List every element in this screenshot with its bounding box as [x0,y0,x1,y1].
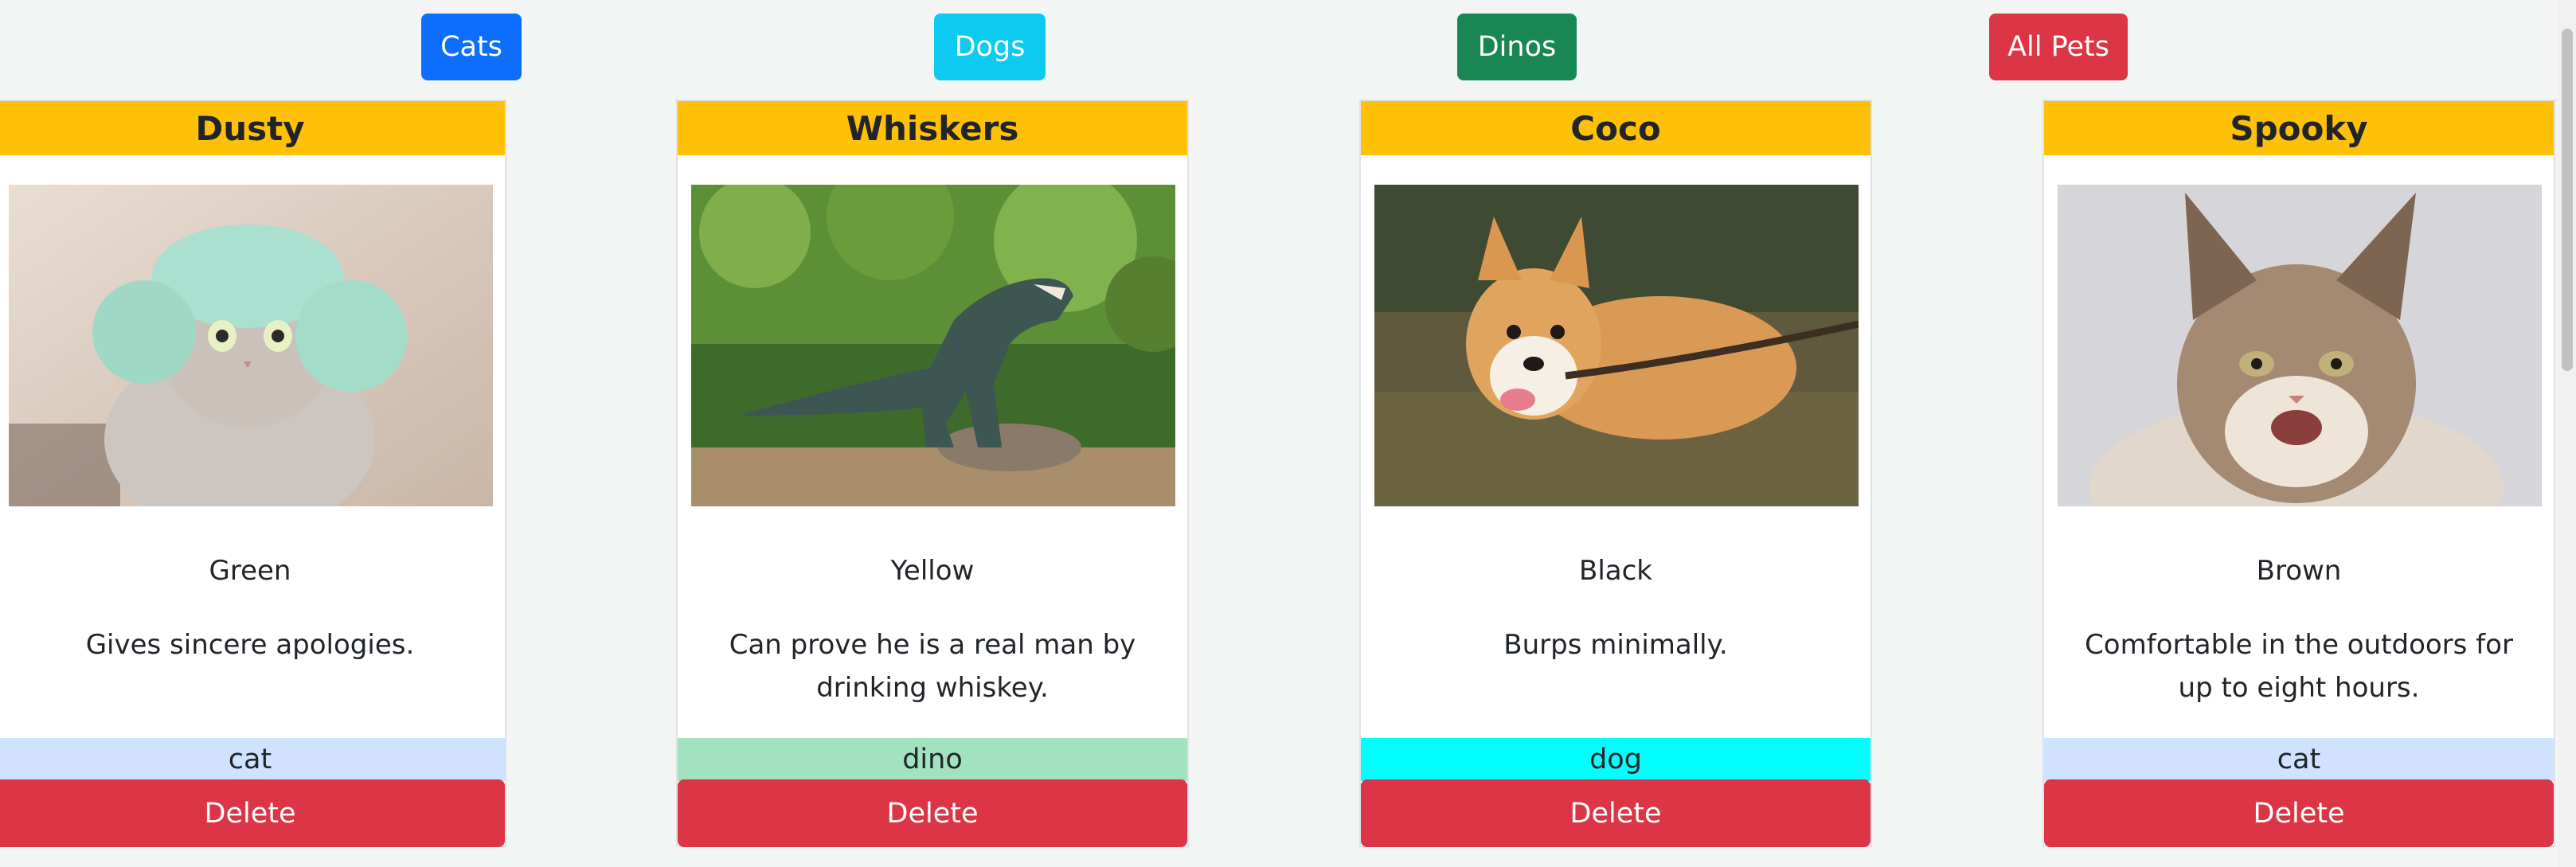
pet-description: Burps minimally. [1503,629,1728,661]
pet-color: Yellow [890,555,975,587]
vertical-scrollbar[interactable] [2558,0,2576,867]
pet-description: Comfortable in the outdoors for up to ei… [2085,629,2513,704]
pet-type-badge: dog [1361,738,1870,781]
pet-color: Brown [2256,555,2342,587]
pet-image [691,185,1175,506]
pet-image [9,185,493,506]
pet-color: Black [1579,555,1652,587]
pet-color: Green [209,555,291,587]
delete-button[interactable]: Delete [678,779,1187,847]
dinos-filter-button[interactable]: Dinos [1457,14,1577,80]
pet-name: Dusty [0,101,505,155]
pet-name: Whiskers [678,101,1187,155]
pet-image [1374,185,1859,506]
delete-button[interactable]: Delete [0,779,505,847]
pet-image [2058,185,2542,506]
delete-button[interactable]: Delete [2044,779,2554,847]
all-pets-filter-button[interactable]: All Pets [1989,14,2128,80]
pet-type-badge: dino [678,738,1187,781]
delete-button[interactable]: Delete [1361,779,1870,847]
pet-card: Whiskers Yellow Can prove he is a real m… [676,100,1189,847]
pet-name: Coco [1361,101,1870,155]
dogs-filter-button[interactable]: Dogs [934,14,1046,80]
pet-name: Spooky [2044,101,2554,155]
pet-card: Spooky Brown Comfortable in the outdoors… [2042,100,2555,847]
pet-type-badge: cat [2044,738,2554,781]
scrollbar-thumb[interactable] [2562,29,2573,371]
pet-type-badge: cat [0,738,505,781]
pet-card: Coco Black Burps minimally. dog Delete [1359,100,1872,847]
pet-description: Can prove he is a real man by drinking w… [729,629,1136,704]
pet-description: Gives sincere apologies. [85,629,415,661]
cats-filter-button[interactable]: Cats [421,14,522,80]
pet-card: Dusty Green Gives sincere apologies. cat [0,100,506,847]
